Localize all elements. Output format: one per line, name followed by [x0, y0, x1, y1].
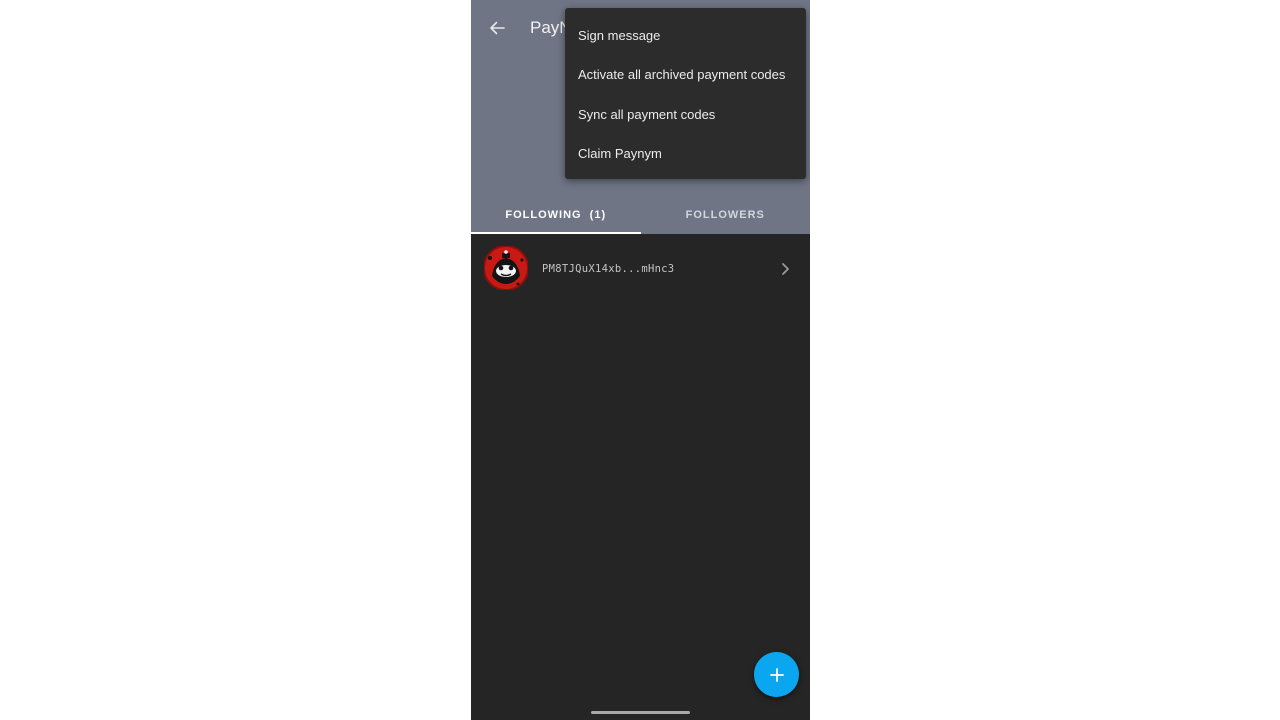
avatar: [484, 246, 528, 290]
list-item[interactable]: PM8TJQuX14xb...mHnc3: [471, 244, 810, 296]
menu-item-claim-paynym[interactable]: Claim Paynym: [578, 146, 662, 161]
home-indicator[interactable]: [591, 711, 690, 714]
phone-screen: PayN FOLLOWING (1) FOLLOWERS PM8TJQuX14x…: [471, 0, 810, 720]
menu-item-activate-archived[interactable]: Activate all archived payment codes: [578, 67, 785, 82]
add-button[interactable]: [754, 652, 799, 697]
tab-followers[interactable]: FOLLOWERS: [641, 196, 811, 234]
tab-bar: FOLLOWING (1) FOLLOWERS: [471, 196, 810, 234]
overflow-menu: Sign message Activate all archived payme…: [565, 8, 806, 179]
payment-code: PM8TJQuX14xb...mHnc3: [542, 263, 675, 275]
menu-item-sync-payment-codes[interactable]: Sync all payment codes: [578, 107, 715, 122]
tab-following[interactable]: FOLLOWING (1): [471, 196, 641, 234]
plus-icon: [769, 667, 784, 682]
arrow-back-icon: [490, 21, 505, 35]
menu-item-sign-message[interactable]: Sign message: [578, 28, 660, 43]
back-button[interactable]: [481, 12, 513, 44]
chevron-right-icon: [782, 263, 789, 275]
